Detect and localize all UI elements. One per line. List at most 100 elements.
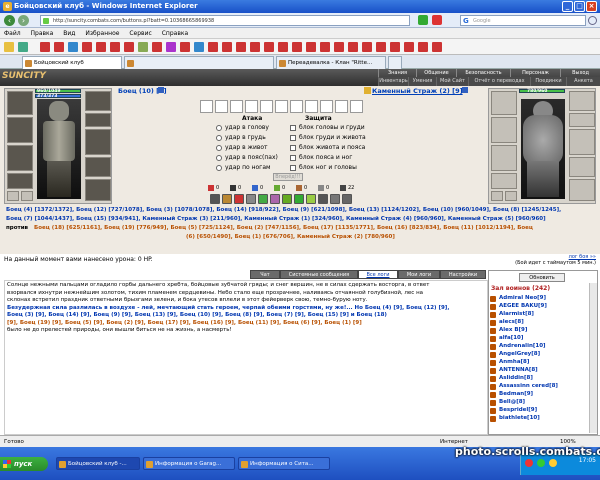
menu-view[interactable]: Вид [63, 30, 75, 37]
spell-slot[interactable] [215, 100, 228, 113]
link-icon[interactable] [194, 42, 204, 52]
info-icon[interactable] [158, 87, 164, 93]
menu-favorites[interactable]: Избранное [85, 30, 119, 37]
new-tab-button[interactable] [388, 56, 402, 69]
defense-option[interactable]: блок груди и живота [290, 134, 366, 141]
ring-slot[interactable] [21, 191, 33, 201]
link-icon[interactable] [278, 42, 288, 52]
action-icon[interactable] [258, 194, 268, 204]
tab-blurred[interactable] [124, 56, 274, 69]
gloves-slot[interactable] [569, 157, 595, 177]
link-icon[interactable] [124, 42, 134, 52]
menu-help[interactable]: Справка [162, 30, 188, 37]
boots-slot[interactable] [569, 179, 595, 201]
action-icon[interactable] [246, 194, 256, 204]
defense-option[interactable]: блок ног и головы [290, 164, 357, 171]
close-window-button[interactable]: × [586, 1, 597, 12]
link-icon[interactable] [264, 42, 274, 52]
tray-icon[interactable] [525, 459, 533, 467]
user-item[interactable]: Bedman[9] [490, 391, 533, 398]
link-icon[interactable] [96, 42, 106, 52]
nav-social[interactable]: Общение [416, 69, 456, 77]
search-input[interactable]: G Google [460, 15, 586, 26]
user-item[interactable]: Admiral Neo[9] [490, 295, 546, 302]
tab-chat[interactable]: Чат [250, 270, 280, 279]
amulet-slot[interactable] [85, 113, 111, 127]
user-item[interactable]: Andrenalin[10] [490, 343, 546, 350]
link-icon[interactable] [292, 42, 302, 52]
nav-my-site[interactable]: Мой Сайт [436, 77, 468, 86]
link-icon[interactable] [54, 42, 64, 52]
action-icon[interactable] [222, 194, 232, 204]
action-icon[interactable] [330, 194, 340, 204]
earring-slot[interactable] [85, 91, 111, 111]
spell-slot[interactable] [320, 100, 333, 113]
shield-slot[interactable] [569, 129, 595, 155]
forward-button[interactable]: › [18, 15, 29, 26]
taskbar-item[interactable]: Бойцовский клуб -... [56, 457, 140, 470]
user-item[interactable]: Alex B[9] [490, 327, 527, 334]
link-icon[interactable] [432, 42, 442, 52]
user-item[interactable]: Bell@[8] [490, 399, 525, 406]
tab-all-logs[interactable]: Все логи [358, 270, 398, 279]
helmet-slot[interactable] [491, 91, 517, 115]
user-item[interactable]: biathlete[10] [490, 415, 540, 422]
attack-option[interactable]: удар по ногам [216, 164, 271, 171]
helmet-slot[interactable] [7, 91, 33, 115]
user-item[interactable]: AngelGrey[8] [490, 351, 540, 358]
tab-system[interactable]: Системные сообщения [280, 270, 358, 279]
ring-slot[interactable] [7, 191, 19, 201]
action-icon[interactable] [318, 194, 328, 204]
attack-option[interactable]: удар в живот [216, 144, 268, 151]
user-item[interactable]: ANTENNA[8] [490, 367, 538, 374]
link-icon[interactable] [40, 42, 50, 52]
refresh-button[interactable]: Обновить [519, 273, 565, 282]
link-icon[interactable] [222, 42, 232, 52]
team-b-line[interactable]: (6) [650/1490], Боец (1) [676/706], Каме… [6, 233, 600, 242]
link-icon[interactable] [376, 42, 386, 52]
weapon-slot[interactable] [491, 117, 517, 143]
spell-slot[interactable] [305, 100, 318, 113]
user-item[interactable]: Asliddin[8] [490, 375, 533, 382]
nav-exit[interactable]: Выход [560, 69, 600, 77]
link-icon[interactable] [334, 42, 344, 52]
team-a-line[interactable]: Боец (7) [1044/1437], Боец (15) [934/941… [6, 215, 600, 224]
tab-clan[interactable]: Переадевалка - Клан "Ritte... [276, 56, 386, 69]
spell-slot[interactable] [245, 100, 258, 113]
nav-skills[interactable]: Умения [408, 77, 436, 86]
amulet-slot[interactable] [569, 113, 595, 127]
tab-combats[interactable]: Бойцовский клуб [22, 56, 122, 69]
add-favorite-icon[interactable] [18, 42, 28, 52]
minimize-button[interactable]: _ [562, 1, 573, 12]
team-b-line[interactable]: Боец (18) [625/1161], Боец (19) [776/949… [34, 225, 533, 231]
link-icon[interactable] [208, 42, 218, 52]
spell-slot[interactable] [290, 100, 303, 113]
menu-file[interactable]: Файл [4, 30, 21, 37]
user-item[interactable]: Alarmist[8] [490, 311, 534, 318]
link-icon[interactable] [68, 42, 78, 52]
stop-icon[interactable] [432, 15, 442, 25]
spell-slot[interactable] [230, 100, 243, 113]
ring-slot[interactable] [505, 191, 517, 201]
nav-character[interactable]: Персонаж [510, 69, 560, 77]
link-icon[interactable] [348, 42, 358, 52]
tray-icon[interactable] [549, 459, 557, 467]
nav-transfers[interactable]: Отчёт о переводах [468, 77, 530, 86]
action-icon[interactable] [294, 194, 304, 204]
go-button[interactable]: Вперёд!!! [273, 173, 303, 181]
nav-profile[interactable]: Анкета [566, 77, 600, 86]
menu-tools[interactable]: Сервис [129, 30, 151, 37]
belt-slot[interactable] [7, 173, 33, 189]
tray-icon[interactable] [537, 459, 545, 467]
favorites-star-icon[interactable] [4, 42, 14, 52]
link-icon[interactable] [250, 42, 260, 52]
boots-slot[interactable] [85, 179, 111, 201]
link-icon[interactable] [362, 42, 372, 52]
defense-option[interactable]: блок пояса и ног [290, 154, 352, 161]
spell-slot[interactable] [335, 100, 348, 113]
attack-option[interactable]: удар в голову [216, 124, 269, 131]
nav-fights[interactable]: Поединки [530, 77, 566, 86]
belt-slot[interactable] [491, 173, 517, 189]
link-icon[interactable] [236, 42, 246, 52]
user-item[interactable]: alecs[8] [490, 319, 524, 326]
